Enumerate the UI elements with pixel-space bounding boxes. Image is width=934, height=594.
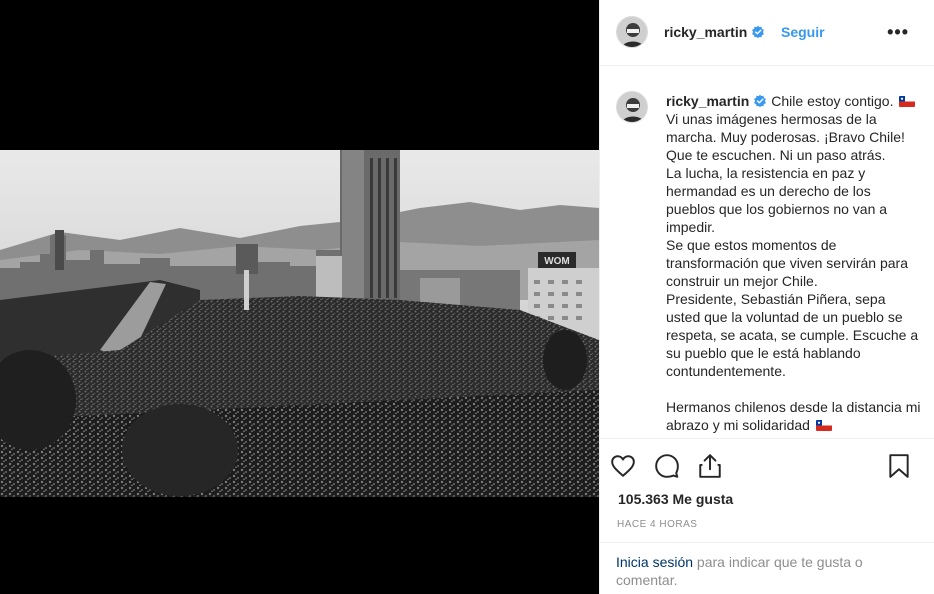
username[interactable]: ricky_martin	[664, 24, 747, 40]
caption-first-line: Chile estoy contigo.	[771, 93, 894, 109]
chile-flag-icon	[899, 96, 916, 107]
post-timestamp[interactable]: HACE 4 HORAS	[617, 519, 697, 530]
post-caption: ricky_martin Chile estoy contigo. Vi unas…	[666, 92, 922, 434]
post-actions: 105.363 Me gusta HACE 4 HORAS	[600, 438, 934, 542]
bookmark-icon[interactable]	[886, 453, 912, 479]
login-link[interactable]: Inicia sesión	[616, 554, 693, 570]
more-options-icon[interactable]: •••	[887, 22, 909, 43]
verified-badge-icon	[754, 94, 767, 108]
caption-username[interactable]: ricky_martin	[666, 93, 749, 109]
login-prompt: Inicia sesión para indicar que te gusta …	[600, 542, 934, 594]
likes-count[interactable]: 105.363 Me gusta	[618, 491, 733, 507]
caption-body: Vi unas imágenes hermosas de la marcha. …	[666, 111, 921, 433]
login-prompt-text: Inicia sesión para indicar que te gusta …	[616, 553, 916, 589]
chile-flag-icon	[815, 420, 832, 431]
post-sidebar: ricky_martin Seguir ••• ricky_martin Chil…	[599, 0, 934, 594]
comment-bubble-icon[interactable]	[654, 453, 680, 479]
avatar[interactable]	[616, 16, 648, 48]
post-media: WOM	[0, 0, 599, 594]
share-icon[interactable]	[697, 453, 723, 479]
caption-area: ricky_martin Chile estoy contigo. Vi unas…	[600, 67, 934, 438]
billboard-text: WOM	[544, 256, 570, 267]
avatar[interactable]	[616, 91, 648, 123]
post-photo[interactable]: WOM	[0, 150, 599, 497]
verified-badge-icon	[752, 25, 764, 39]
follow-button[interactable]: Seguir	[781, 24, 825, 40]
heart-icon[interactable]	[610, 453, 636, 479]
post-header: ricky_martin Seguir •••	[600, 0, 934, 66]
